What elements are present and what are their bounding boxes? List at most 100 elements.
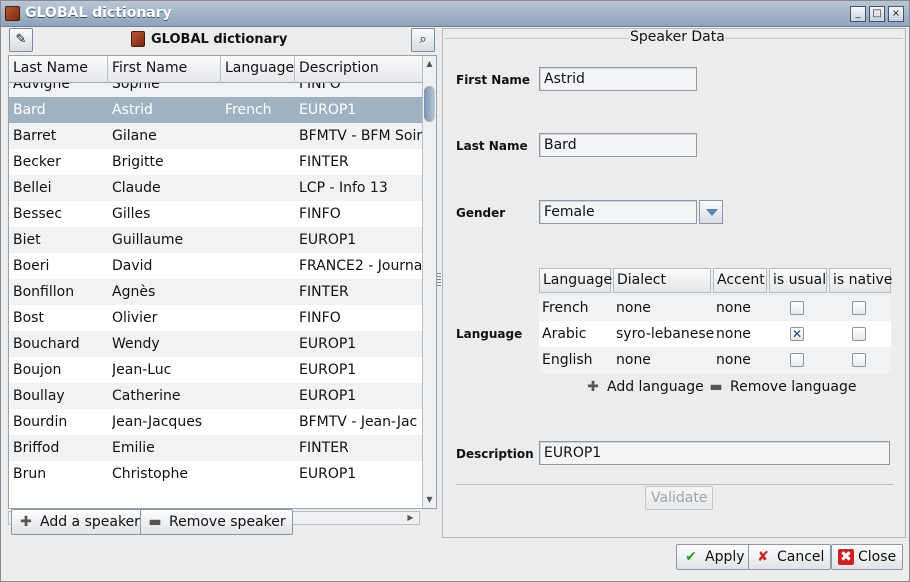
column-language[interactable]: Language — [221, 56, 295, 83]
cell-last-name: Briffod — [13, 440, 60, 456]
table-row[interactable]: Biet Guillaume EUROP1 — [9, 227, 422, 253]
table-row[interactable]: Briffod Emilie FINTER — [9, 435, 422, 461]
remove-language-label: Remove language — [730, 379, 857, 395]
close-button[interactable]: ✖ Close — [831, 544, 904, 570]
search-speaker-button[interactable]: ⌕ — [411, 28, 435, 52]
lang-col-dialect[interactable]: Dialect — [613, 268, 711, 293]
language-row[interactable]: French none none — [539, 295, 891, 321]
first-name-field[interactable]: Astrid — [539, 67, 697, 91]
language-row[interactable]: Arabic syro-lebanese none ✕ — [539, 321, 891, 347]
column-first-name[interactable]: First Name — [108, 56, 221, 83]
table-row[interactable]: Auvigne Sophie FINFO — [9, 83, 422, 97]
title-bar[interactable]: GLOBAL dictionary _ □ × — [1, 1, 909, 27]
language-label: Language — [456, 327, 523, 341]
table-row[interactable]: Bessec Gilles FINFO — [9, 201, 422, 227]
table-row[interactable]: Bouchard Wendy EUROP1 — [9, 331, 422, 357]
cell-description: EUROP1 — [299, 102, 357, 118]
lang-col-language[interactable]: Language — [539, 268, 612, 293]
cell-first-name: Jean-Luc — [112, 362, 172, 378]
table-row[interactable]: Bost Olivier FINFO — [9, 305, 422, 331]
cell-last-name: Bost — [13, 310, 44, 326]
edit-dictionary-button[interactable]: ✎ — [9, 28, 33, 52]
cell-first-name: Jean-Jacques — [112, 414, 203, 430]
lang-cell-accent: none — [716, 326, 751, 342]
column-description[interactable]: Description — [295, 56, 422, 83]
plus-icon: ✚ — [20, 514, 32, 530]
cell-first-name: Emilie — [112, 440, 155, 456]
is-usual-checkbox[interactable] — [790, 301, 804, 315]
add-speaker-button[interactable]: ✚ Add a speaker — [11, 509, 147, 535]
separator — [456, 484, 893, 485]
is-native-checkbox[interactable] — [852, 327, 866, 341]
language-table[interactable]: Language Dialect Accent is usual is nati… — [539, 268, 892, 374]
vertical-scroll-thumb[interactable] — [424, 86, 435, 122]
language-row[interactable]: English none none — [539, 347, 891, 373]
cancel-button[interactable]: ✘ Cancel — [748, 544, 832, 570]
cell-last-name: Barret — [13, 128, 57, 144]
add-language-button[interactable]: ✚ Add language — [579, 375, 710, 401]
scroll-right-icon[interactable]: ▶ — [405, 512, 416, 524]
table-row[interactable]: Bonfillon Agnès FINTER — [9, 279, 422, 305]
plus-icon: ✚ — [587, 379, 599, 395]
validate-button[interactable]: Validate — [645, 486, 714, 510]
table-row[interactable]: Becker Brigitte FINTER — [9, 149, 422, 175]
list-header: ✎ GLOBAL dictionary ⌕ — [6, 28, 438, 54]
cell-description: EUROP1 — [299, 362, 357, 378]
lang-col-accent[interactable]: Accent — [713, 268, 767, 293]
table-row[interactable]: Barret Gilane BFMTV - BFM Soir — [9, 123, 422, 149]
gender-select[interactable]: Female — [539, 200, 697, 224]
lang-col-is-native[interactable]: is native — [829, 268, 892, 293]
dictionary-book-icon — [131, 31, 145, 47]
minus-icon: ▬ — [709, 379, 723, 395]
last-name-field[interactable]: Bard — [539, 133, 697, 157]
cell-first-name: Agnès — [112, 284, 156, 300]
column-last-name[interactable]: Last Name — [9, 56, 108, 83]
is-native-checkbox[interactable] — [852, 353, 866, 367]
cell-first-name: Brigitte — [112, 154, 164, 170]
table-row[interactable]: Boullay Catherine EUROP1 — [9, 383, 422, 409]
cancel-label: Cancel — [777, 549, 825, 565]
cell-description: FINTER — [299, 284, 349, 300]
dictionary-book-icon — [5, 6, 20, 21]
lang-cell-dialect: syro-lebanese — [616, 326, 715, 342]
cell-description: EUROP1 — [299, 232, 357, 248]
table-row[interactable]: Bard Astrid French EUROP1 — [9, 97, 422, 123]
cell-first-name: Catherine — [112, 388, 181, 404]
lang-cell-language: Arabic — [542, 326, 587, 342]
cell-description: FRANCE2 - Journa — [299, 258, 422, 274]
cell-description: BFMTV - BFM Soir — [299, 128, 422, 144]
dictionary-window: GLOBAL dictionary _ □ × ✎ GLOBAL diction… — [0, 0, 910, 582]
vertical-scrollbar[interactable]: ▲ ▼ — [422, 56, 436, 508]
pane-splitter[interactable] — [437, 273, 441, 287]
table-row[interactable]: Brun Christophe EUROP1 — [9, 461, 422, 487]
speaker-table[interactable]: Last Name First Name Language Descriptio… — [8, 55, 437, 509]
lang-col-is-usual[interactable]: is usual — [769, 268, 827, 293]
table-row[interactable]: Bourdin Jean-Jacques BFMTV - Jean-Jac — [9, 409, 422, 435]
cell-first-name: Gilane — [112, 128, 157, 144]
close-label: Close — [858, 549, 897, 565]
cell-first-name: Olivier — [112, 310, 158, 326]
scroll-up-icon[interactable]: ▲ — [424, 58, 435, 70]
remove-speaker-button[interactable]: ▬ Remove speaker — [140, 509, 293, 535]
cell-description: FINFO — [299, 83, 341, 92]
dictionary-title-label: GLOBAL dictionary — [151, 32, 288, 47]
remove-language-button[interactable]: ▬ Remove language — [702, 375, 862, 401]
table-row[interactable]: Bellei Claude LCP - Info 13 — [9, 175, 422, 201]
description-label: Description — [456, 447, 534, 461]
table-row[interactable]: Boeri David FRANCE2 - Journa — [9, 253, 422, 279]
is-usual-checkbox[interactable] — [790, 353, 804, 367]
description-field[interactable]: EUROP1 — [539, 441, 890, 465]
dictionary-title: GLOBAL dictionary — [131, 31, 288, 47]
minimize-button[interactable]: _ — [850, 6, 866, 22]
gender-dropdown-button[interactable] — [699, 200, 723, 224]
table-row[interactable]: Boujon Jean-Luc EUROP1 — [9, 357, 422, 383]
maximize-button[interactable]: □ — [869, 6, 885, 22]
edit-icon: ✎ — [15, 32, 27, 47]
close-window-button[interactable]: × — [888, 6, 904, 22]
apply-button[interactable]: ✔ Apply — [676, 544, 752, 570]
scroll-down-icon[interactable]: ▼ — [424, 494, 435, 506]
is-native-checkbox[interactable] — [852, 301, 866, 315]
is-usual-checkbox[interactable]: ✕ — [790, 327, 804, 341]
cell-description: EUROP1 — [299, 466, 357, 482]
close-x-icon: ✖ — [838, 549, 854, 565]
